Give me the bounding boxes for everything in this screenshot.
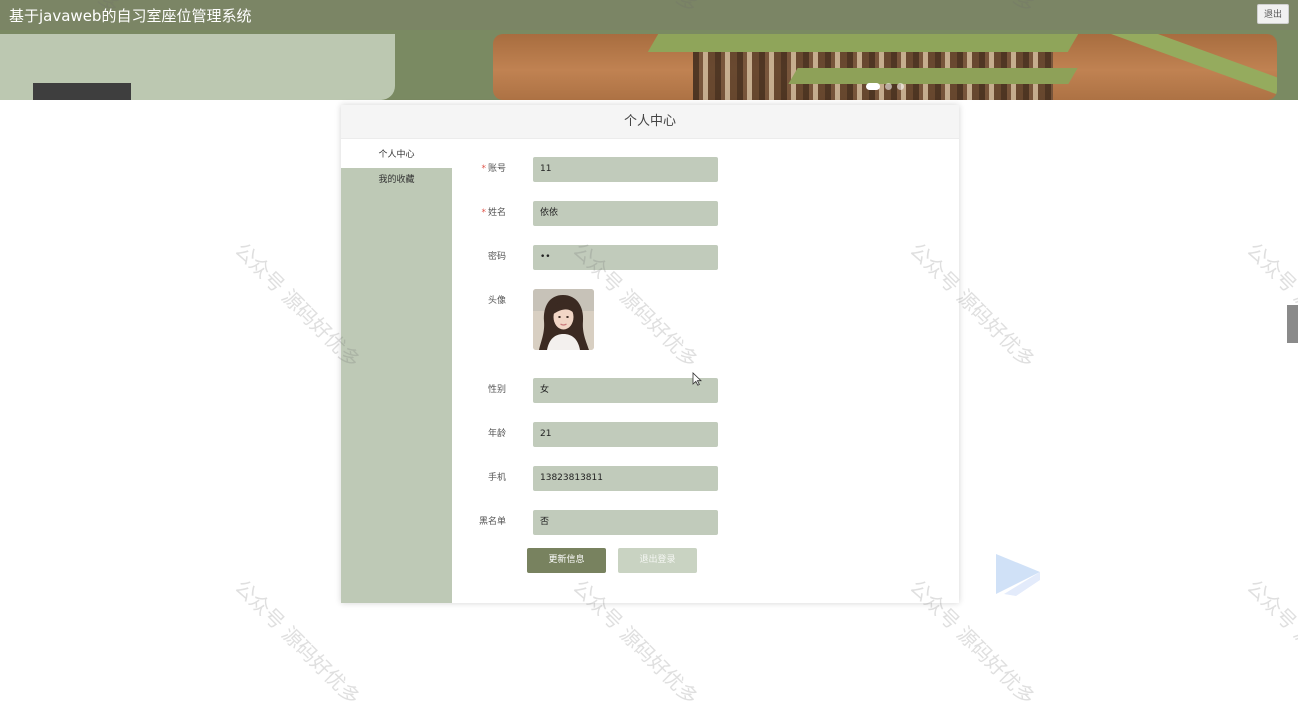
carousel-dot-active[interactable]	[866, 83, 880, 90]
bench-graphic	[788, 68, 1078, 84]
app-title: 基于javaweb的自习室座位管理系统	[9, 7, 252, 25]
logout-account-button[interactable]: 退出登录	[618, 548, 697, 573]
age-field[interactable]: 21	[533, 422, 718, 447]
required-mark: *	[481, 208, 486, 218]
banner-slide-element	[33, 83, 131, 100]
sidebar-item-favorites[interactable]: 我的收藏	[341, 168, 452, 193]
blacklist-label: 黑名单	[478, 517, 506, 527]
gender-label: 性别	[487, 385, 506, 395]
carousel-indicators	[866, 83, 909, 91]
gender-field[interactable]: 女	[533, 378, 718, 403]
avatar-portrait-icon	[533, 289, 594, 350]
password-label: 密码	[487, 252, 506, 262]
account-label: * 账号	[473, 157, 506, 182]
avatar-row: 头像	[473, 289, 718, 351]
avatar-label: 头像	[487, 296, 506, 306]
gender-row: 性别 女	[473, 378, 718, 403]
name-row: * 姓名 依依	[473, 201, 718, 226]
sidebar: 个人中心 我的收藏	[341, 143, 452, 603]
account-label-text: 账号	[487, 164, 506, 174]
required-mark: *	[481, 164, 486, 174]
account-field[interactable]: 11	[533, 157, 718, 182]
banner-slide-previous	[0, 34, 395, 100]
account-row: * 账号 11	[473, 157, 718, 182]
watermark-text: 公众号 源码好优多	[1242, 574, 1298, 710]
name-label: * 姓名	[473, 201, 506, 226]
banner-carousel	[0, 30, 1298, 100]
avatar-image[interactable]	[533, 289, 594, 350]
phone-label: 手机	[487, 473, 506, 483]
phone-field[interactable]: 13823813811	[533, 466, 718, 491]
blacklist-row: 黑名单 否	[473, 510, 718, 535]
video-logo-icon	[996, 554, 1040, 596]
age-row: 年龄 21	[473, 422, 718, 447]
carousel-dot[interactable]	[897, 83, 904, 90]
password-field[interactable]: ••	[533, 245, 718, 270]
logout-button[interactable]: 退出	[1257, 4, 1289, 24]
phone-row: 手机 13823813811	[473, 466, 718, 491]
blacklist-field[interactable]: 否	[533, 510, 718, 535]
update-info-button[interactable]: 更新信息	[527, 548, 606, 573]
card-title: 个人中心	[341, 105, 959, 139]
name-field[interactable]: 依依	[533, 201, 718, 226]
mouse-cursor-icon	[692, 372, 702, 386]
sidebar-item-personal-center[interactable]: 个人中心	[341, 143, 452, 168]
bench-graphic	[647, 34, 1079, 52]
scrollbar-thumb[interactable]	[1287, 305, 1298, 343]
age-label: 年龄	[487, 429, 506, 439]
carousel-dot[interactable]	[885, 83, 892, 90]
password-row: 密码 ••	[473, 245, 718, 270]
top-bar: 基于javaweb的自习室座位管理系统 退出	[0, 0, 1298, 30]
name-label-text: 姓名	[487, 208, 506, 218]
